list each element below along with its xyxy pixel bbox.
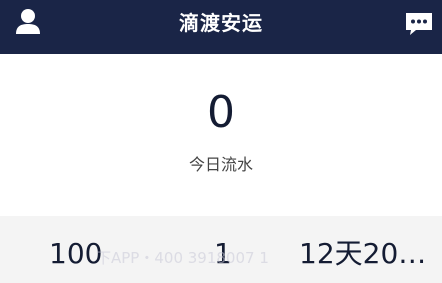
daily-flow-label: 今日流水 xyxy=(188,155,253,174)
stats-row: 100 1 12天20小... 下APP・400 3918007 1 xyxy=(0,216,442,283)
messages-button[interactable] xyxy=(399,5,439,41)
daily-summary-panel: 0 今日流水 xyxy=(0,54,442,216)
chat-bubble-icon xyxy=(406,13,432,35)
daily-flow-value: 0 xyxy=(207,87,235,138)
page-title: 滴渡安运 xyxy=(179,11,263,35)
stat-value-3: 12天20小... xyxy=(299,237,442,270)
stat-value-2: 1 xyxy=(214,237,232,270)
top-nav-bar: 滴渡安运 xyxy=(0,0,442,54)
app-screen: 滴渡安运 0 今日流水 100 1 12天20小... 下APP・400 391… xyxy=(0,0,442,283)
stat-value-1: 100 xyxy=(49,237,103,270)
